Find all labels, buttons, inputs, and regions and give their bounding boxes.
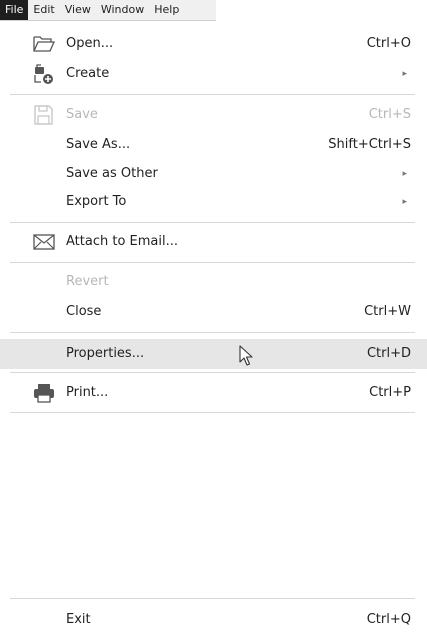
menu-item-revert: Revert: [0, 267, 427, 297]
menu-item-label: Properties...: [66, 346, 145, 361]
menu-item-save: Save Ctrl+S: [0, 100, 427, 130]
menu-separator: [10, 372, 415, 373]
menu-separator: [10, 262, 415, 263]
mouse-cursor-icon: [239, 345, 255, 367]
menu-item-label: Print...: [66, 385, 109, 400]
menu-item-label: Exit: [66, 612, 91, 627]
file-menu-dropdown: Open... Ctrl+O Create ▸ Save Ctrl+S Save…: [0, 21, 427, 638]
folder-open-icon: [32, 33, 56, 55]
menu-item-save-as[interactable]: Save As... Shift+Ctrl+S: [0, 130, 427, 160]
menu-separator: [10, 412, 415, 413]
menu-item-label: Save as Other: [66, 166, 158, 181]
menu-separator: [10, 598, 415, 599]
menu-item-label: Attach to Email...: [66, 234, 178, 249]
menu-window[interactable]: Window: [96, 0, 149, 20]
create-pdf-icon: [32, 63, 56, 85]
shortcut-label: Ctrl+O: [366, 36, 411, 51]
menu-item-close[interactable]: Close Ctrl+W: [0, 297, 427, 327]
shortcut-label: Ctrl+S: [368, 107, 411, 122]
shortcut-label: Shift+Ctrl+S: [328, 137, 411, 152]
shortcut-label: Ctrl+P: [369, 385, 411, 400]
submenu-arrow-icon: ▸: [402, 169, 407, 179]
menu-item-create[interactable]: Create ▸: [0, 59, 427, 89]
menu-separator: [10, 332, 415, 333]
menu-item-open[interactable]: Open... Ctrl+O: [0, 29, 427, 59]
menu-item-exit[interactable]: Exit Ctrl+Q: [0, 605, 427, 635]
menu-bar: File Edit View Window Help: [0, 0, 216, 21]
menu-item-label: Revert: [66, 274, 109, 289]
shortcut-label: Ctrl+W: [364, 304, 411, 319]
menu-item-attach-to-email[interactable]: Attach to Email...: [0, 227, 427, 257]
shortcut-label: Ctrl+Q: [366, 612, 411, 627]
submenu-arrow-icon: ▸: [402, 69, 407, 79]
menu-item-label: Save As...: [66, 137, 131, 152]
menu-item-label: Close: [66, 304, 102, 319]
menu-view[interactable]: View: [60, 0, 96, 20]
menu-item-label: Create: [66, 66, 110, 81]
menu-file[interactable]: File: [0, 0, 29, 20]
menu-edit[interactable]: Edit: [28, 0, 59, 20]
menu-item-properties[interactable]: Properties... Ctrl+D: [0, 339, 427, 369]
menu-help[interactable]: Help: [149, 0, 184, 20]
menu-item-export-to[interactable]: Export To ▸: [0, 187, 427, 217]
menu-item-print[interactable]: Print... Ctrl+P: [0, 378, 427, 408]
menu-item-save-as-other[interactable]: Save as Other ▸: [0, 159, 427, 189]
shortcut-label: Ctrl+D: [366, 346, 411, 361]
submenu-arrow-icon: ▸: [402, 197, 407, 207]
menu-item-label: Open...: [66, 36, 114, 51]
printer-icon: [32, 382, 56, 404]
save-icon: [32, 104, 56, 126]
menu-item-label: Export To: [66, 194, 127, 209]
menu-separator: [10, 222, 415, 223]
menu-separator: [10, 94, 415, 95]
envelope-icon: [32, 231, 56, 253]
menu-item-label: Save: [66, 107, 98, 122]
